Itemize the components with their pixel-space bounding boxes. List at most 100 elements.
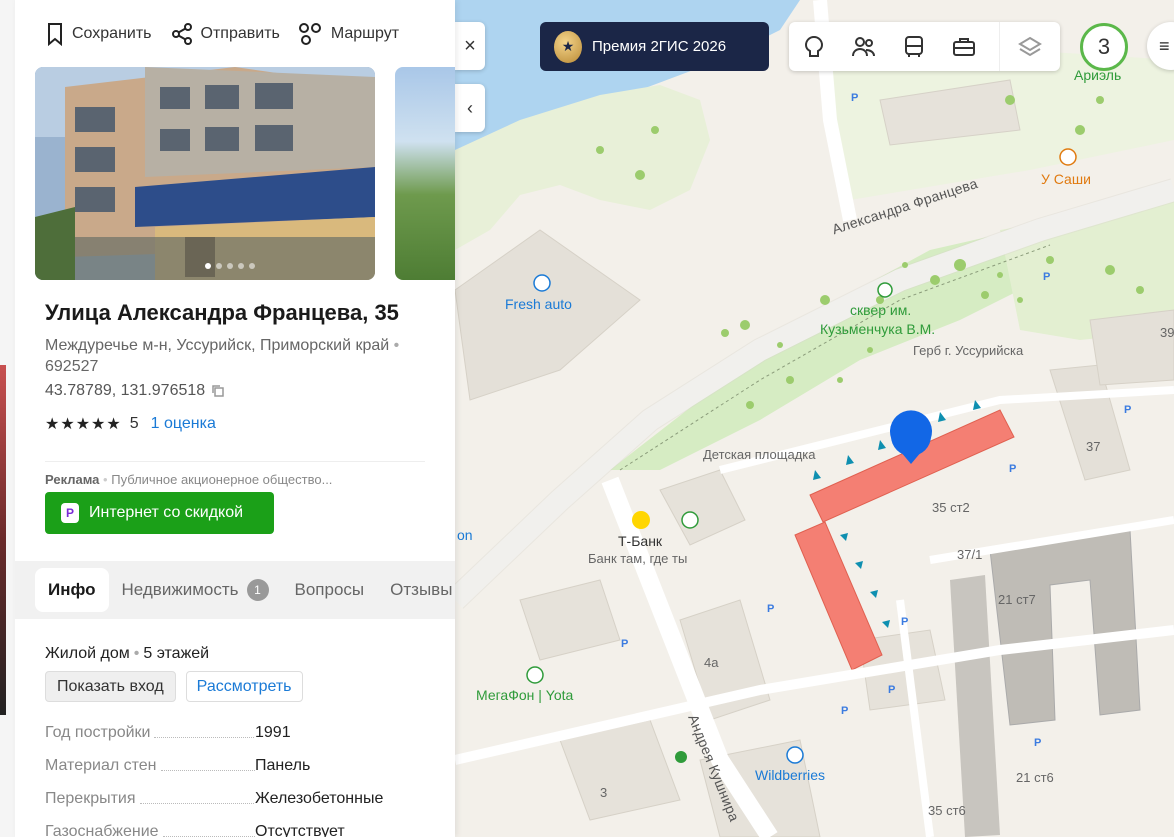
weather-location-label: Ариэль (1074, 67, 1122, 83)
side-strip (0, 0, 15, 837)
gallery-dot[interactable] (249, 263, 255, 269)
gallery-dot[interactable] (205, 263, 211, 269)
parking-icon[interactable]: P (851, 92, 858, 104)
parking-icon[interactable]: P (1043, 271, 1050, 283)
share-button-label: Отправить (200, 25, 280, 42)
property-key: Перекрытия (45, 790, 255, 808)
building-photo[interactable] (35, 67, 375, 280)
tab-reviews[interactable]: Отзывы (377, 568, 455, 612)
property-row: Материал стен Панель (45, 749, 435, 782)
tab-realty[interactable]: Недвижимость 1 (109, 568, 282, 612)
place-title: Улица Александра Францева, 35 (45, 300, 399, 325)
close-card-button[interactable]: × (455, 22, 485, 70)
card-tabs: Инфо Недвижимость 1 Вопросы Отзывы (15, 561, 455, 619)
coordinates-row: 43.78789, 131.976518 (45, 382, 225, 400)
gallery-dot[interactable] (216, 263, 222, 269)
info-buttons: Показать вход Рассмотреть (45, 671, 303, 702)
building-summary: Жилой дом • 5 этажей (45, 645, 210, 662)
tab-info[interactable]: Инфо (35, 568, 109, 612)
premium-award-button[interactable]: ★ Премия 2ГИС 2026 (540, 22, 769, 71)
poi-park-line1[interactable]: сквер им. (850, 302, 911, 318)
card-actions: Сохранить Отправить Маршрут (45, 22, 399, 46)
poi-tbank-subtitle: Банк там, где ты (588, 551, 688, 566)
place-card: Сохранить Отправить Маршрут Улица Алекса… (15, 0, 455, 837)
poi-coat-of-arms[interactable]: Герб г. Уссурийска (913, 343, 1023, 358)
gallery-dots (205, 263, 255, 269)
internet-discount-button[interactable]: Р Интернет со скидкой (45, 492, 274, 534)
internet-discount-label: Интернет со скидкой (89, 504, 244, 521)
bus-icon (905, 35, 923, 57)
building-number-37: 37 (1086, 439, 1101, 454)
ad-line[interactable]: Реклама • Публичное акционерное общество… (45, 461, 425, 487)
parking-icon[interactable]: P (888, 684, 895, 696)
rating-value: 5 (129, 415, 139, 432)
medal-icon: ★ (554, 30, 582, 63)
property-row: Газоснабжение Отсутствует (45, 815, 435, 837)
attractions-icon (804, 35, 824, 57)
building-number-21st7: 21 ст7 (998, 592, 1036, 607)
next-photo[interactable] (395, 67, 455, 280)
premium-award-label: Премия 2ГИС 2026 (592, 38, 727, 55)
parking-icon[interactable]: P (621, 638, 628, 650)
rating-row[interactable]: ★★★★★ 5 1 оценка (45, 414, 216, 434)
bookmark-icon (48, 23, 62, 46)
parking-icon[interactable]: P (1034, 737, 1041, 749)
poi-park-line2[interactable]: Кузьменчука В.М. (820, 321, 935, 337)
poi-tbank[interactable]: Т-Банк (618, 533, 662, 549)
tab-realty-label: Недвижимость (121, 580, 239, 599)
address-text: Междуречье м-н, Уссурийск, Приморский кр… (45, 337, 390, 354)
property-value: 1991 (255, 723, 291, 741)
parking-icon[interactable]: P (841, 705, 848, 717)
route-icon (298, 23, 321, 45)
save-button[interactable]: Сохранить (45, 22, 152, 46)
parking-icon[interactable]: P (901, 616, 908, 628)
tool-transport[interactable] (889, 22, 939, 71)
tool-attractions[interactable] (789, 22, 839, 71)
route-button-label: Маршрут (330, 25, 400, 42)
copy-icon[interactable] (211, 384, 225, 398)
tool-friends[interactable] (839, 22, 889, 71)
building-number-3: 3 (600, 785, 608, 800)
parking-icon[interactable]: P (1124, 404, 1131, 416)
poi-megafon[interactable]: МегаФон | Yota (476, 687, 573, 703)
tool-layers[interactable] (999, 22, 1059, 71)
tab-reviews-label: Отзывы (390, 580, 453, 599)
side-photo (0, 365, 6, 715)
tab-questions[interactable]: Вопросы (282, 568, 378, 612)
view-3d-button[interactable]: Рассмотреть (185, 671, 303, 702)
building-number-21st6: 21 ст6 (1016, 770, 1054, 785)
poi-u-sashi[interactable]: У Саши (1041, 171, 1091, 187)
property-value: Отсутствует (255, 822, 345, 837)
photo-gallery[interactable] (35, 67, 455, 280)
poi-playground[interactable]: Детская площадка (703, 447, 815, 462)
tab-questions-label: Вопросы (294, 580, 365, 599)
share-button[interactable]: Отправить (170, 22, 280, 46)
save-button-label: Сохранить (72, 25, 152, 42)
property-row: Год постройки 1991 (45, 716, 435, 749)
tool-business[interactable] (939, 22, 989, 71)
parking-icon[interactable]: P (1009, 463, 1016, 475)
poi-wildberries[interactable]: Wildberries (755, 767, 825, 783)
gallery-dot[interactable] (227, 263, 233, 269)
tab-realty-badge: 1 (246, 579, 269, 601)
postal-code: 692527 (45, 358, 99, 375)
share-icon (171, 23, 192, 45)
parking-icon[interactable]: P (767, 603, 774, 615)
building-number-4a: 4а (704, 655, 719, 670)
briefcase-icon (953, 37, 975, 56)
rating-count[interactable]: 1 оценка (151, 415, 216, 433)
weather-widget[interactable]: 3 (1080, 23, 1128, 71)
property-key: Газоснабжение (45, 823, 255, 837)
property-value: Панель (255, 756, 311, 774)
building-number-39: 39 (1160, 325, 1174, 340)
collapse-panel-button[interactable]: ‹ (455, 84, 485, 132)
route-button[interactable]: Маршрут (298, 22, 399, 46)
poi-partial-label[interactable]: on (457, 527, 473, 543)
coordinates-text: 43.78789, 131.976518 (45, 382, 206, 399)
rating-stars: ★★★★★ (45, 416, 122, 433)
show-entrance-button[interactable]: Показать вход (45, 671, 176, 702)
building-properties: Год постройки 1991 Материал стен Панель … (45, 716, 435, 837)
poi-fresh-auto[interactable]: Fresh auto (505, 296, 572, 312)
gallery-dot[interactable] (238, 263, 244, 269)
tab-info-label: Инфо (48, 580, 96, 599)
